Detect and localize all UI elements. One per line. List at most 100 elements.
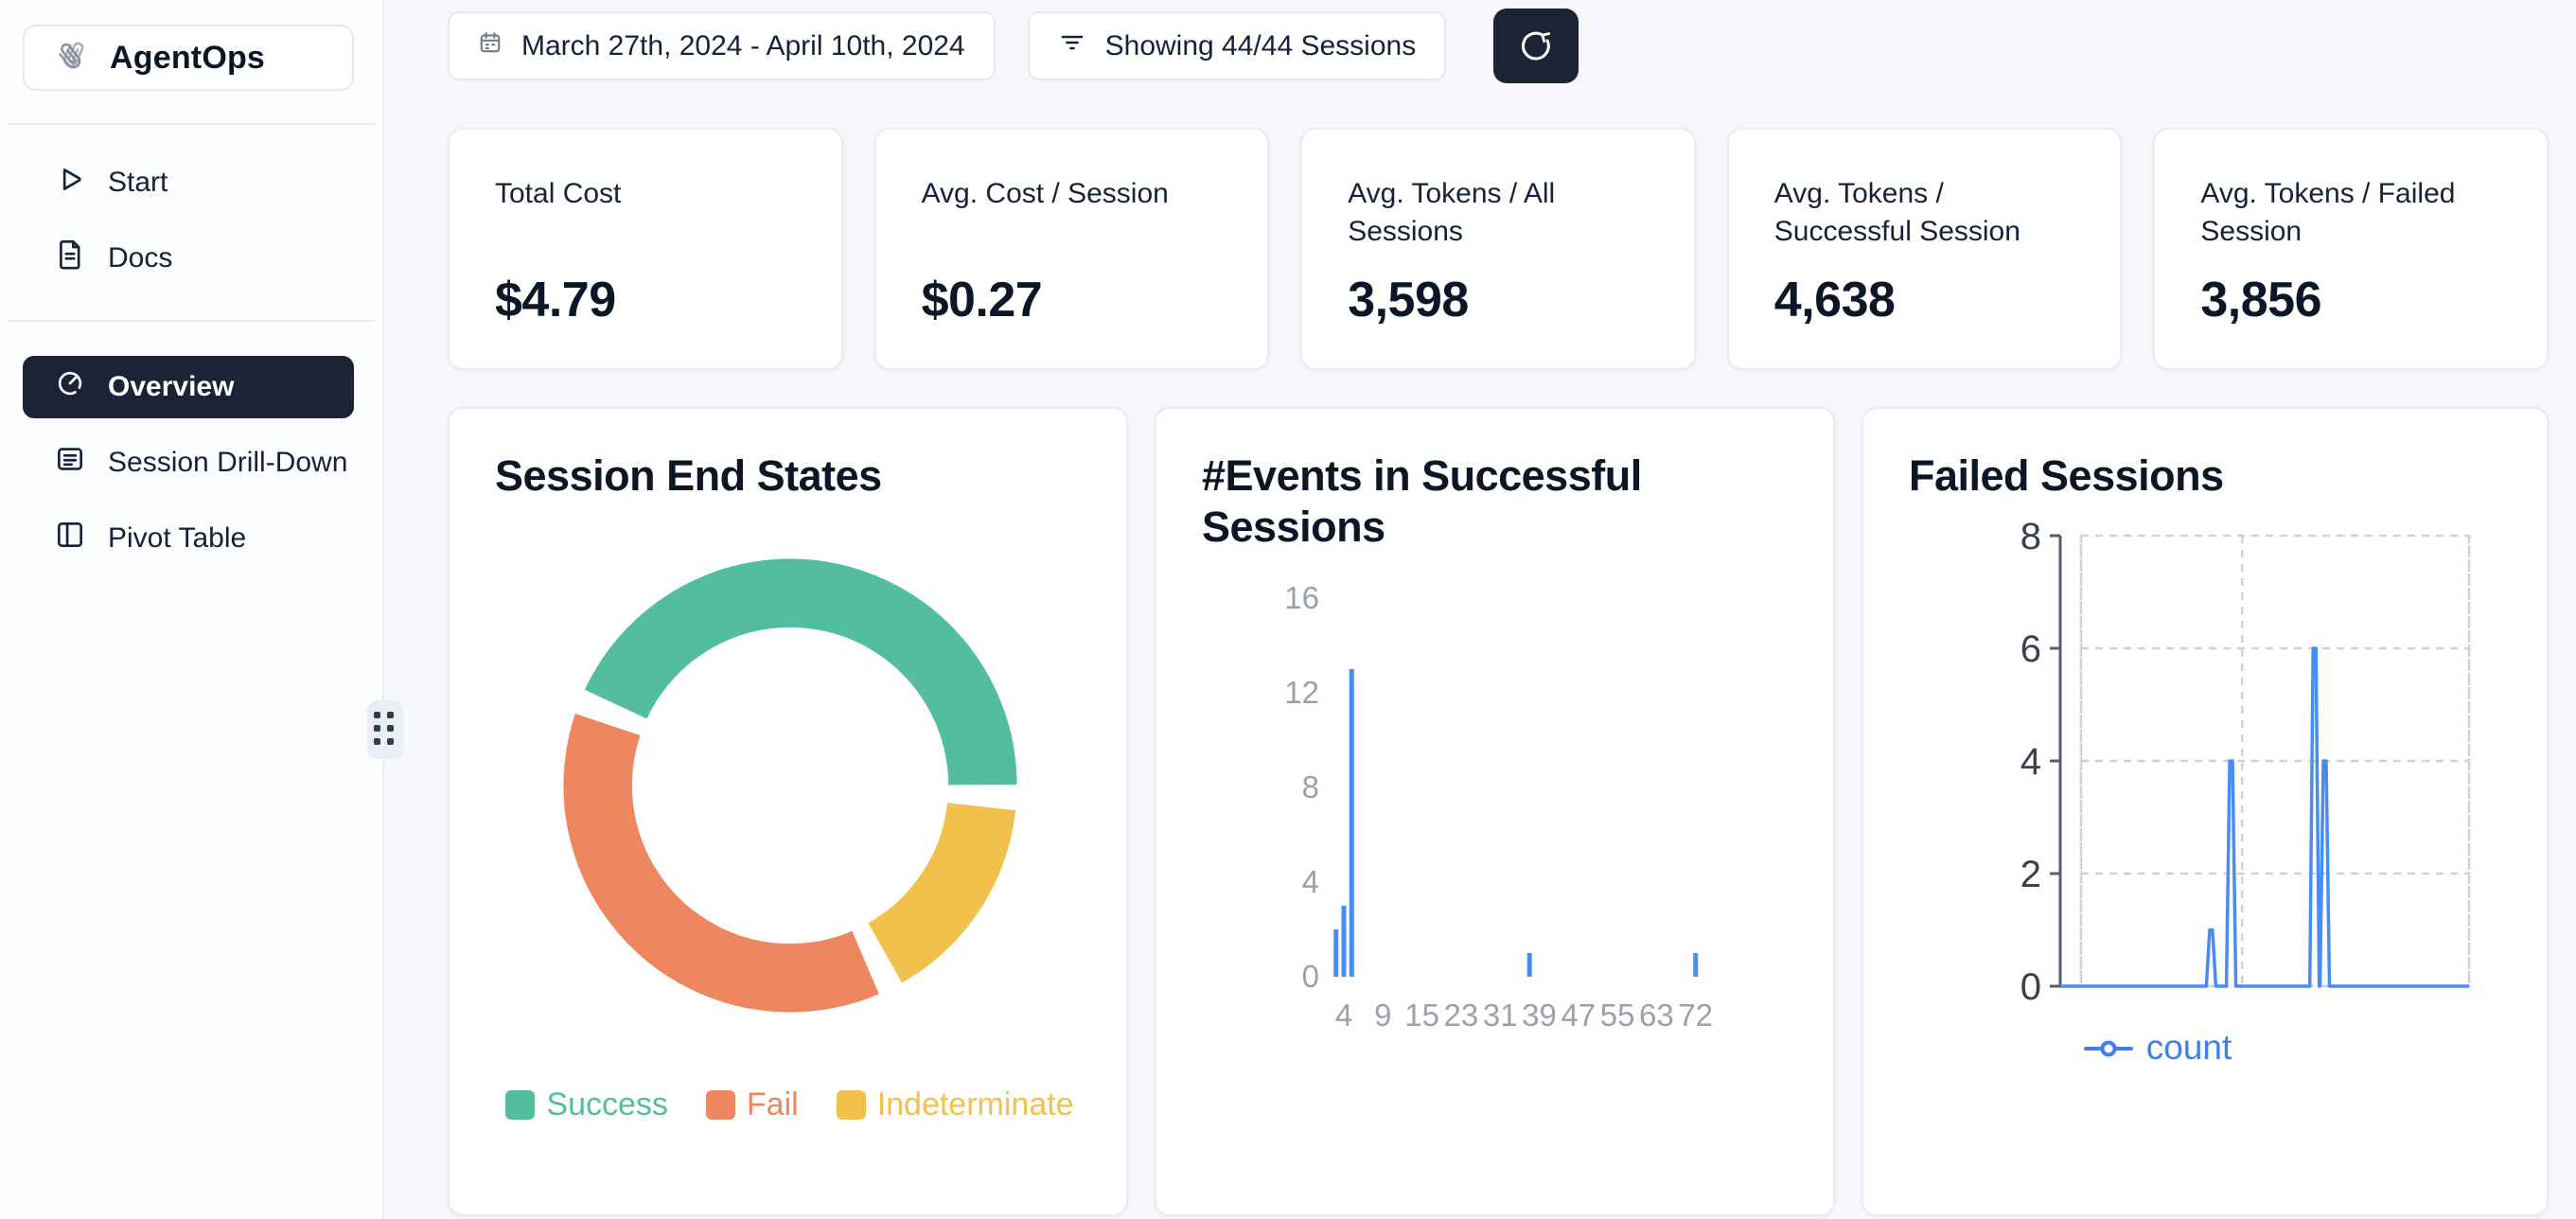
y-tick-label: 2: [2020, 854, 2041, 895]
document-icon: [51, 236, 89, 281]
chart-title: #Events in Successful Sessions: [1202, 450, 1732, 553]
sidebar-divider: [8, 320, 375, 322]
x-tick-label: 23: [1444, 998, 1479, 1033]
stat-card-avg-cost-session: Avg. Cost / Session $0.27: [874, 128, 1270, 370]
chart-title: Failed Sessions: [1909, 450, 2505, 502]
sidebar-item-label: Session Drill-Down: [108, 447, 347, 479]
pivot-layout-icon: [51, 516, 89, 561]
events-histogram-plot: 0481216491523313947556372: [1202, 564, 1770, 1075]
donut-slice-success[interactable]: [615, 593, 982, 786]
calendar-icon: [478, 30, 503, 62]
paperclips-icon: [49, 34, 93, 82]
sidebar: AgentOps Start Docs: [0, 0, 384, 1219]
legend-label: Fail: [747, 1086, 799, 1123]
legend-label: Success: [546, 1086, 668, 1123]
topbar: March 27th, 2024 - April 10th, 2024 Show…: [448, 9, 2549, 83]
y-tick-label: 4: [2020, 741, 2041, 783]
failed-sessions-card: Failed Sessions 0 2 4 6 8 count: [1861, 407, 2549, 1216]
legend-swatch: [505, 1090, 535, 1120]
events-histogram-card: #Events in Successful Sessions 048121649…: [1155, 407, 1835, 1216]
line-marker-icon: [2084, 1028, 2133, 1068]
sidebar-item-session-drill-down[interactable]: Session Drill-Down: [23, 432, 354, 494]
donut-slice-indeterminate[interactable]: [885, 806, 981, 953]
donut-slice-fail[interactable]: [597, 724, 865, 978]
sidebar-nav: Start Docs Overview: [0, 151, 382, 570]
sidebar-divider: [8, 123, 375, 125]
stats-row: Total Cost $4.79 Avg. Cost / Session $0.…: [448, 128, 2549, 370]
stat-card-avg-tokens-all: Avg. Tokens / All Sessions 3,598: [1300, 128, 1696, 370]
filter-lines-icon: [1058, 28, 1086, 64]
stat-value: 4,638: [1774, 272, 2077, 328]
y-tick-label: 4: [1302, 864, 1319, 899]
legend-label: Indeterminate: [877, 1086, 1074, 1123]
x-tick-label: 4: [1335, 998, 1352, 1033]
sidebar-item-label: Start: [108, 167, 168, 199]
legend-swatch: [706, 1090, 735, 1120]
stat-card-total-cost: Total Cost $4.79: [448, 128, 843, 370]
x-tick-label: 47: [1561, 998, 1596, 1033]
stat-value: 3,598: [1348, 272, 1650, 328]
main-content: March 27th, 2024 - April 10th, 2024 Show…: [386, 0, 2576, 1219]
legend-swatch: [837, 1090, 866, 1120]
app-title: AgentOps: [110, 40, 265, 77]
sidebar-item-overview[interactable]: Overview: [23, 356, 354, 418]
stat-value: $0.27: [922, 272, 1225, 328]
list-card-icon: [51, 440, 89, 486]
x-tick-label: 15: [1404, 998, 1439, 1033]
stat-value: $4.79: [495, 272, 798, 328]
y-tick-label: 8: [2020, 516, 2041, 557]
sidebar-item-label: Overview: [108, 371, 234, 403]
y-tick-label: 0: [1302, 959, 1319, 994]
gauge-icon: [51, 364, 89, 410]
histogram-bar[interactable]: [1333, 929, 1338, 977]
legend-item-indeterminate[interactable]: Indeterminate: [837, 1086, 1074, 1123]
stat-label: Total Cost: [495, 175, 798, 213]
count-line[interactable]: [2060, 648, 2469, 986]
x-tick-label: 63: [1639, 998, 1674, 1033]
y-tick-label: 12: [1284, 675, 1319, 710]
sidebar-resize-handle[interactable]: [367, 700, 403, 759]
sidebar-item-label: Pivot Table: [108, 522, 246, 555]
donut-legend: Success Fail Indeterminate: [495, 1086, 1085, 1123]
date-range-label: March 27th, 2024 - April 10th, 2024: [521, 30, 965, 62]
y-tick-label: 0: [2020, 966, 2041, 1008]
grip-dots-icon: [374, 712, 397, 748]
chart-title: Session End States: [495, 450, 1085, 502]
sidebar-item-pivot-table[interactable]: Pivot Table: [23, 507, 354, 570]
sessions-filter[interactable]: Showing 44/44 Sessions: [1028, 11, 1447, 80]
histogram-bar[interactable]: [1527, 953, 1532, 977]
y-tick-label: 6: [2020, 628, 2041, 670]
x-tick-label: 9: [1374, 998, 1391, 1033]
sidebar-item-label: Docs: [108, 242, 172, 274]
refresh-button[interactable]: [1493, 9, 1579, 83]
legend-item-fail[interactable]: Fail: [706, 1086, 799, 1123]
app-logo[interactable]: AgentOps: [23, 25, 354, 91]
sessions-filter-label: Showing 44/44 Sessions: [1105, 30, 1417, 62]
histogram-bar[interactable]: [1693, 953, 1698, 977]
y-tick-label: 8: [1302, 769, 1319, 804]
sidebar-item-docs[interactable]: Docs: [23, 227, 354, 290]
stat-card-avg-tokens-failed: Avg. Tokens / Failed Session 3,856: [2153, 128, 2549, 370]
x-tick-label: 39: [1522, 998, 1557, 1033]
legend-item-success[interactable]: Success: [505, 1086, 668, 1123]
count-legend[interactable]: count: [1860, 1028, 2456, 1068]
histogram-bar[interactable]: [1342, 906, 1347, 977]
failed-sessions-plot: 0 2 4 6 8: [1909, 511, 2505, 1022]
session-end-states-card: Session End States Success Fail Indetermin…: [448, 407, 1128, 1216]
stat-label: Avg. Tokens / Successful Session: [1774, 175, 2077, 251]
stat-label: Avg. Tokens / Failed Session: [2200, 175, 2503, 251]
stat-value: 3,856: [2200, 272, 2503, 328]
charts-row: Session End States Success Fail Indetermin…: [448, 407, 2549, 1216]
x-tick-label: 72: [1678, 998, 1713, 1033]
x-tick-label: 31: [1483, 998, 1518, 1033]
donut-plot: [544, 539, 1036, 1032]
stat-card-avg-tokens-successful: Avg. Tokens / Successful Session 4,638: [1727, 128, 2123, 370]
refresh-icon: [1514, 23, 1558, 69]
x-tick-label: 55: [1600, 998, 1635, 1033]
date-range-picker[interactable]: March 27th, 2024 - April 10th, 2024: [448, 11, 996, 80]
stat-label: Avg. Tokens / All Sessions: [1348, 175, 1650, 251]
play-icon: [51, 160, 89, 205]
sidebar-item-start[interactable]: Start: [23, 151, 354, 214]
y-tick-label: 16: [1284, 580, 1319, 615]
histogram-bar[interactable]: [1350, 669, 1354, 977]
